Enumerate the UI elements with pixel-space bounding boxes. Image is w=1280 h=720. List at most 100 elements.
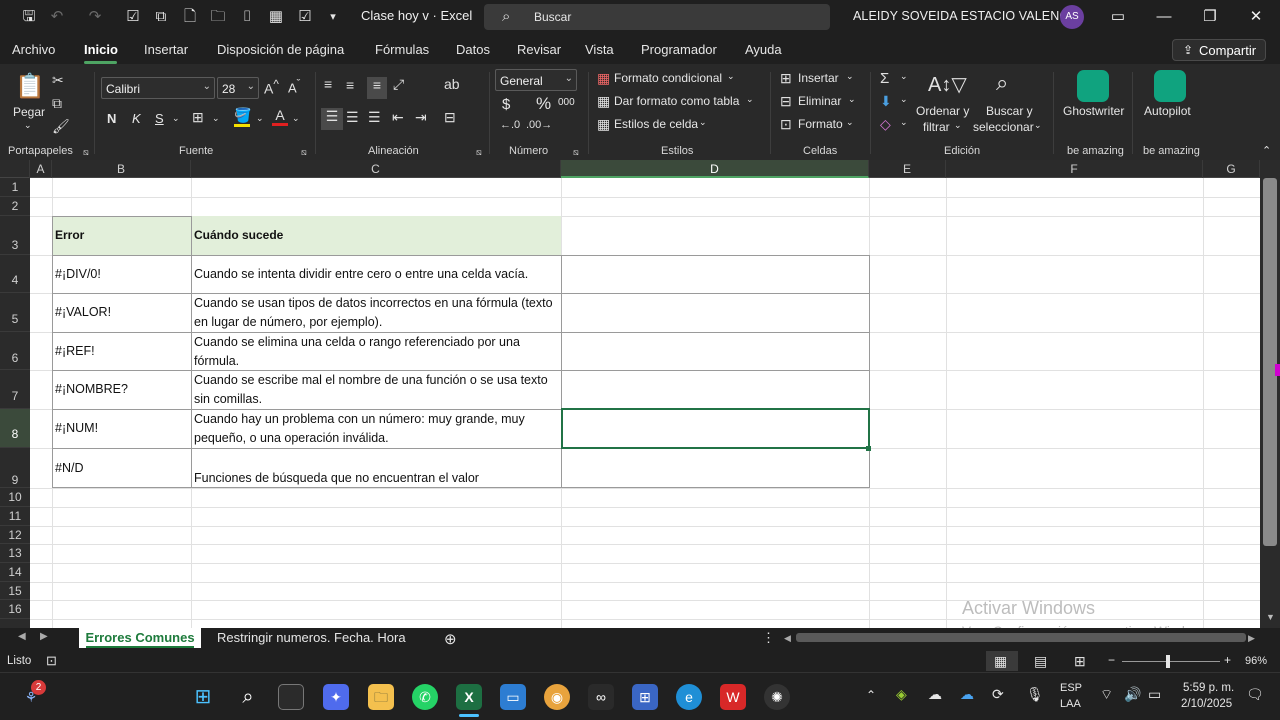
- chevron-down-icon[interactable]: ⌄: [727, 71, 735, 82]
- chevron-down-icon[interactable]: ⌄: [848, 94, 856, 105]
- start-icon[interactable]: ⊞: [190, 684, 216, 710]
- autopilot-button[interactable]: Autopilot: [1144, 104, 1191, 118]
- autopilot-icon[interactable]: [1154, 70, 1186, 102]
- chevron-down-icon[interactable]: ⌄: [900, 94, 908, 105]
- avatar[interactable]: AS: [1060, 5, 1084, 29]
- worksheet-grid[interactable]: Error Cuándo sucede #¡DIV/0! Cuando se i…: [30, 178, 1260, 628]
- tray-chevron-icon[interactable]: ⌃: [866, 688, 876, 702]
- share-button[interactable]: ⇪ Compartir: [1172, 39, 1266, 61]
- row-header[interactable]: 14: [0, 563, 30, 582]
- borders-icon[interactable]: ⊞: [192, 109, 204, 126]
- italic-button[interactable]: K: [132, 111, 141, 126]
- row-header[interactable]: 9: [0, 448, 30, 488]
- row-header[interactable]: 15: [0, 582, 30, 600]
- cut-icon[interactable]: ✂: [52, 72, 64, 89]
- cell-error[interactable]: #¡REF!: [55, 342, 95, 361]
- find-select-label-2[interactable]: seleccionar: [973, 120, 1034, 134]
- tab-vista[interactable]: Vista: [585, 42, 614, 57]
- table-icon[interactable]: ▦: [267, 8, 285, 26]
- customize-qat-icon[interactable]: ▾: [324, 8, 342, 26]
- column-header-e[interactable]: E: [869, 160, 946, 178]
- align-top-icon[interactable]: ≡: [324, 76, 332, 92]
- currency-button[interactable]: $: [502, 96, 510, 113]
- increase-indent-icon[interactable]: ⇥: [415, 109, 427, 126]
- chevron-down-icon[interactable]: ⌄: [292, 113, 300, 124]
- sheet-tab-errores[interactable]: Errores Comunes: [79, 628, 201, 648]
- align-bottom-icon[interactable]: ≡: [367, 77, 387, 99]
- undo-icon[interactable]: ↶: [48, 8, 66, 26]
- chevron-down-icon[interactable]: ⌄: [954, 120, 962, 131]
- zoom-slider-thumb[interactable]: [1166, 655, 1170, 668]
- tab-disposicion[interactable]: Disposición de página: [217, 42, 344, 57]
- ghostwriter-icon[interactable]: [1077, 70, 1109, 102]
- cell-error[interactable]: #¡NOMBRE?: [55, 380, 128, 399]
- ghostwriter-button[interactable]: Ghostwriter: [1063, 104, 1124, 118]
- page-break-icon[interactable]: ⊞: [1074, 653, 1086, 670]
- redo-icon[interactable]: ↷: [86, 8, 104, 26]
- column-header-g[interactable]: G: [1203, 160, 1260, 178]
- format-cells-button[interactable]: Formato: [798, 117, 843, 131]
- zoom-level[interactable]: 96%: [1245, 655, 1267, 667]
- close-button[interactable]: ✕: [1244, 6, 1268, 28]
- collapse-ribbon-icon[interactable]: ⌃: [1262, 144, 1271, 157]
- minimize-button[interactable]: —: [1152, 6, 1176, 28]
- restore-button[interactable]: ❐: [1198, 6, 1222, 28]
- clock-date[interactable]: 2/10/2025: [1181, 698, 1232, 710]
- sort-filter-label-1[interactable]: Ordenar y: [916, 104, 969, 118]
- increase-decimal-icon[interactable]: ←.0: [500, 119, 520, 131]
- ribbon-display-icon[interactable]: ▭: [1106, 6, 1130, 28]
- cell-error[interactable]: #¡VALOR!: [55, 303, 111, 322]
- open-file-icon[interactable]: 🗀: [209, 8, 227, 26]
- paste-icon[interactable]: 📋: [14, 72, 46, 102]
- sheet-tab-restringir[interactable]: Restringir numeros. Fecha. Hora: [217, 628, 406, 648]
- font-color-icon[interactable]: A: [272, 107, 288, 126]
- check-list-icon[interactable]: ☑: [296, 8, 314, 26]
- cell-error[interactable]: #¡DIV/0!: [55, 265, 101, 284]
- column-header-a[interactable]: A: [30, 160, 52, 178]
- insert-cells-button[interactable]: Insertar: [798, 71, 839, 85]
- align-middle-icon[interactable]: ≡: [346, 77, 354, 93]
- checkbox-icon[interactable]: ☑: [124, 8, 142, 26]
- tab-programador[interactable]: Programador: [641, 42, 717, 57]
- cell-styles-icon[interactable]: ▦: [597, 116, 610, 133]
- chevron-down-icon[interactable]: ⌄: [900, 71, 908, 82]
- merge-center-icon[interactable]: ⊟: [444, 109, 456, 126]
- align-left-icon[interactable]: ☰: [321, 108, 343, 130]
- decrease-decimal-icon[interactable]: .00→: [526, 119, 552, 131]
- wrap-text-icon[interactable]: ab: [444, 76, 460, 92]
- scroll-right-icon[interactable]: ▶: [1248, 633, 1255, 644]
- form-icon[interactable]: ⧉: [152, 8, 170, 26]
- conditional-format-button[interactable]: Formato condicional: [614, 71, 722, 85]
- conditional-format-icon[interactable]: ▦: [597, 70, 610, 87]
- sync-icon[interactable]: ⟳: [992, 686, 1004, 703]
- header-error[interactable]: Error: [55, 226, 84, 245]
- tab-archivo[interactable]: Archivo: [12, 42, 55, 57]
- row-header[interactable]: 5: [0, 293, 30, 332]
- battery-icon[interactable]: ▭: [1148, 686, 1161, 703]
- bold-button[interactable]: N: [107, 111, 116, 126]
- column-header-b[interactable]: B: [52, 160, 191, 178]
- wifi-icon[interactable]: ⌔: [1100, 686, 1113, 704]
- tray-app-icon[interactable]: ◈: [896, 686, 907, 703]
- search-icon[interactable]: ⌕: [235, 684, 261, 710]
- save-icon[interactable]: 🖫: [20, 8, 38, 26]
- store-app-icon[interactable]: ▭: [500, 684, 526, 710]
- find-select-icon[interactable]: ⌕: [996, 70, 1008, 96]
- chevron-down-icon[interactable]: ⌄: [846, 117, 854, 128]
- clock-time[interactable]: 5:59 p. m.: [1183, 682, 1234, 694]
- chevron-down-icon[interactable]: ⌄: [212, 113, 220, 124]
- row-header[interactable]: 8: [0, 409, 30, 448]
- underline-button[interactable]: S: [155, 111, 164, 126]
- sheet-options-icon[interactable]: ⋮: [762, 630, 775, 646]
- dialog-launcher-icon[interactable]: ⧅: [301, 147, 307, 158]
- document-title[interactable]: Clase hoy v · Excel: [361, 8, 472, 23]
- next-sheet-icon[interactable]: ▶: [40, 631, 48, 642]
- clear-icon[interactable]: ◇: [880, 116, 891, 133]
- format-as-table-icon[interactable]: ▦: [597, 93, 610, 110]
- microphone-icon[interactable]: 🎙: [1026, 686, 1044, 703]
- align-center-icon[interactable]: ☰: [346, 109, 359, 126]
- chatgpt-icon[interactable]: ✺: [764, 684, 790, 710]
- insert-cells-icon[interactable]: ⊞: [780, 70, 792, 87]
- format-as-table-button[interactable]: Dar formato como tabla: [614, 94, 739, 108]
- column-header-f[interactable]: F: [946, 160, 1203, 178]
